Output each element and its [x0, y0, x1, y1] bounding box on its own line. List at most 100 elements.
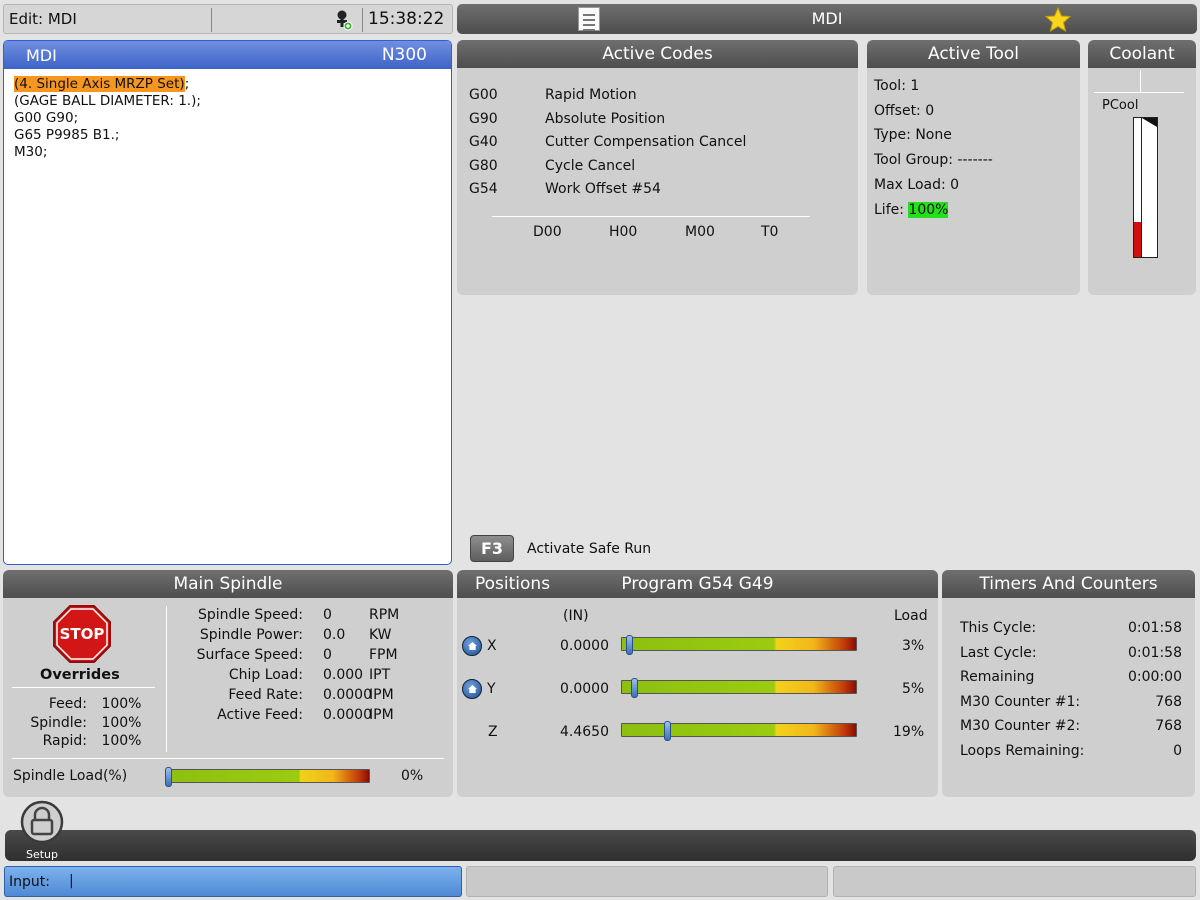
code-row: G54 Work Offset #54: [469, 181, 661, 197]
coolant-panel: Coolant PCool: [1088, 40, 1196, 295]
feed-rate: Feed Rate: 0.0000IPM: [228, 687, 394, 703]
axis-x-load-bar: [621, 635, 857, 655]
tool-life: Life: 100%: [874, 201, 949, 218]
code-line[interactable]: (4. Single Axis MRZP Set);: [14, 76, 441, 93]
timers-panel: Timers And Counters This Cycle: 0:01:58 L…: [942, 570, 1195, 797]
axis-x-value: 0.0000: [560, 638, 609, 654]
safe-run-label: Activate Safe Run: [527, 541, 652, 557]
tool-type: Type: None: [874, 127, 952, 144]
axis-y-value: 0.0000: [560, 681, 609, 697]
setup-label: Setup: [25, 848, 59, 861]
axis-x-load: 3%: [902, 638, 925, 654]
input-cursor: |: [69, 873, 74, 889]
code-row: G00 Rapid Motion: [469, 87, 637, 103]
spindle-load-bar: [165, 767, 370, 787]
clock: 15:38:22: [368, 9, 445, 29]
home-icon: [462, 679, 482, 699]
coolant-level-fill: [1134, 222, 1141, 257]
coolant-divider: [1140, 70, 1141, 92]
coolant-label: PCool: [1102, 98, 1139, 113]
positions-program[interactable]: Program G54 G49: [621, 574, 773, 594]
edit-mode-bar: Edit: MDI 15:38:22: [3, 4, 453, 34]
active-tool-title: Active Tool: [867, 40, 1080, 68]
status-field-1: [466, 866, 828, 897]
divider: [12, 687, 155, 688]
stop-label: STOP: [59, 625, 105, 643]
code-row: G40 Cutter Compensation Cancel: [469, 134, 747, 150]
positions-title: Positions: [475, 574, 551, 594]
divider: [12, 758, 444, 759]
timer-last-cycle: Last Cycle: 0:01:58: [960, 644, 1182, 661]
mode-title: MDI: [811, 9, 843, 28]
active-codes-title: Active Codes: [457, 40, 858, 68]
d-code: D00: [533, 224, 562, 240]
code-line[interactable]: G00 G90;: [14, 110, 441, 127]
axis-z-value: 4.4650: [560, 724, 609, 740]
timer-this-cycle: This Cycle: 0:01:58: [960, 620, 1182, 636]
h-code: H00: [609, 224, 638, 240]
override-spindle: Spindle: 100%: [30, 714, 142, 731]
mdi-editor[interactable]: (4. Single Axis MRZP Set); (GAGE BALL DI…: [4, 69, 451, 168]
coolant-divider: [1094, 92, 1184, 93]
spindle-load-indicator: [165, 767, 172, 787]
axis-z-load-indicator: [663, 721, 671, 741]
divider: [362, 8, 363, 32]
setup-button[interactable]: Setup: [18, 800, 66, 862]
edit-mode-label: Edit: MDI: [9, 10, 77, 28]
code-row: G90 Absolute Position: [469, 110, 666, 127]
main-spindle-title: Main Spindle: [3, 570, 453, 598]
timers-title: Timers And Counters: [942, 570, 1195, 598]
active-codes-panel: Active Codes G00 Rapid Motion G90 Absolute…: [457, 40, 858, 295]
code-line[interactable]: G65 P9985 B1.;: [14, 127, 441, 144]
surface-speed: Surface Speed: 0 FPM: [196, 647, 398, 663]
code-line[interactable]: (GAGE BALL DIAMETER: 1.);: [14, 93, 441, 110]
tool-number: Tool: 1: [874, 78, 920, 94]
divider: [211, 8, 212, 32]
probe-icon[interactable]: [334, 9, 354, 31]
axis-z-label: Z: [488, 724, 498, 740]
code-line[interactable]: M30;: [14, 144, 441, 161]
mdi-title: MDI: [26, 46, 57, 65]
axis-z-load: 19%: [893, 724, 925, 740]
selected-code[interactable]: (4. Single Axis MRZP Set): [14, 76, 185, 92]
main-spindle-panel: Main Spindle STOP Overrides Feed: 100% S…: [3, 570, 453, 797]
bottom-toolbar: [5, 830, 1196, 861]
m-code: M00: [685, 224, 715, 240]
mode-bar: MDI: [457, 4, 1197, 34]
coolant-gauge-cap: [1142, 118, 1157, 127]
mdi-header: MDI N300: [4, 41, 451, 69]
override-rapid: Rapid: 100%: [42, 733, 142, 749]
home-icon: [462, 636, 482, 656]
favorites-star-icon[interactable]: [1045, 7, 1071, 32]
coolant-title: Coolant: [1088, 40, 1196, 68]
units-label: (IN): [563, 608, 589, 624]
tool-group: Tool Group: -------: [874, 152, 993, 169]
status-field-2: [833, 866, 1196, 897]
input-label: Input:: [9, 874, 50, 890]
axis-y-label: Y: [487, 681, 496, 697]
m30-counter-2: M30 Counter #2: 768: [960, 718, 1182, 735]
axis-y-load: 5%: [902, 681, 925, 697]
divider: [166, 606, 167, 752]
overrides-title: Overrides: [40, 667, 120, 683]
axis-x-label: X: [487, 638, 497, 654]
timer-remaining: Remaining 0:00:00: [960, 669, 1182, 686]
f3-key[interactable]: F3: [470, 535, 514, 562]
tool-offset: Offset: 0: [874, 102, 935, 119]
spindle-load-value: 0%: [401, 768, 424, 784]
spindle-speed: Spindle Speed: 0 RPM: [198, 607, 400, 623]
spindle-load-label: Spindle Load(%): [13, 768, 128, 784]
chip-load: Chip Load: 0.000 IPT: [228, 667, 391, 683]
axis-y-load-bar: [621, 678, 857, 698]
positions-panel: Positions Program G54 G49 (IN) Load X 0.…: [457, 570, 938, 797]
tool-max-load: Max Load: 0: [874, 176, 960, 193]
divider: [492, 216, 810, 217]
axis-y-load-indicator: [630, 678, 638, 698]
coolant-gauge-divider: [1141, 118, 1142, 257]
active-tool-panel: Active Tool Tool: 1 Offset: 0 Type: None…: [867, 40, 1080, 295]
mdi-line-number: N300: [381, 45, 427, 65]
input-field[interactable]: Input: |: [4, 866, 462, 897]
code-row: G80 Cycle Cancel: [469, 157, 636, 174]
axis-z-load-bar: [621, 721, 857, 741]
t-code: T0: [761, 224, 779, 240]
